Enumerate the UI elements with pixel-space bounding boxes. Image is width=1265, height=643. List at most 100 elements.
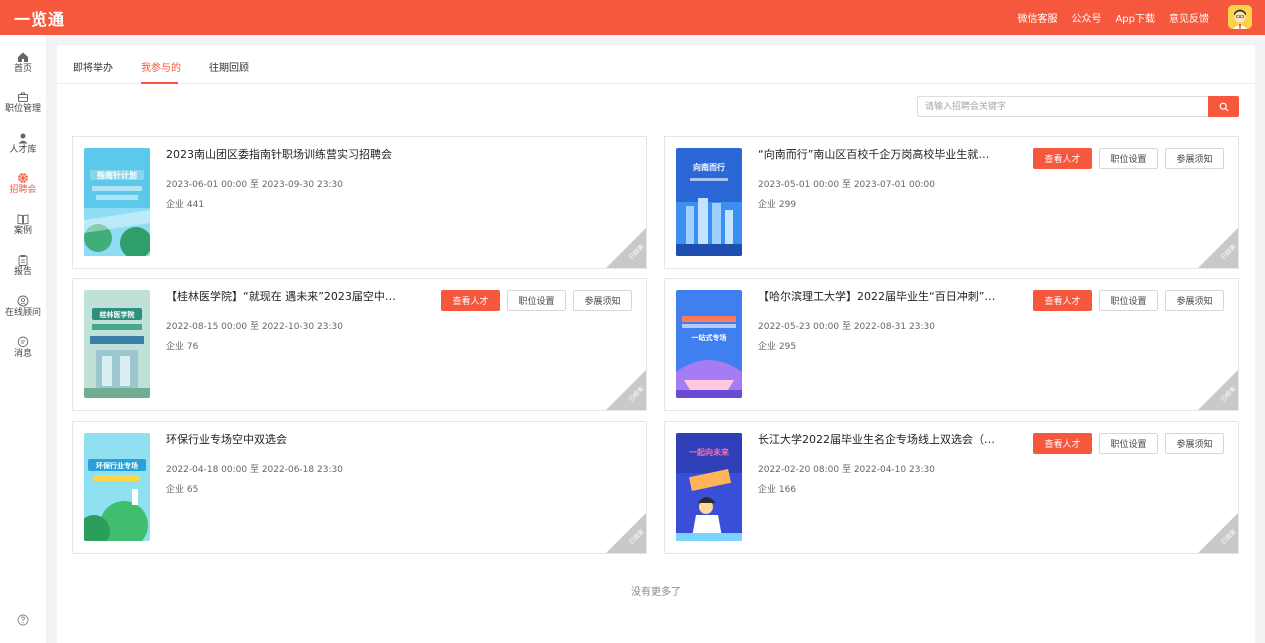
help-button[interactable] — [17, 614, 29, 629]
search-button[interactable] — [1208, 96, 1239, 117]
person-icon — [18, 133, 28, 144]
sidebar-item-reports[interactable]: 报告 — [0, 252, 46, 288]
exhibitor-notice-button[interactable]: 参展须知 — [1165, 148, 1224, 169]
card-date: 2023-06-01 00:00 至 2023-09-30 23:30 — [166, 180, 343, 190]
consultant-icon — [17, 295, 29, 307]
job-fair-card[interactable]: 环保行业专场 环保行业专场空中双选会 2022-04-18 00:00 至 20… — [72, 421, 647, 554]
ended-badge: 已结束 — [1198, 228, 1238, 268]
job-settings-button[interactable]: 职位设置 — [1099, 148, 1158, 169]
sidebar-label-reports: 报告 — [13, 267, 32, 277]
card-title[interactable]: 长江大学2022届毕业生名企专场线上双选会（… — [758, 431, 998, 447]
poster-title: 环保行业专场 — [96, 461, 138, 470]
sidebar-label-fair: 招聘会 — [9, 185, 37, 195]
sidebar-item-fair[interactable]: 招聘会 — [0, 170, 46, 206]
job-fair-icon — [18, 173, 28, 183]
poster-image: 一起向未来 — [676, 433, 742, 541]
sidebar-item-jobs[interactable]: 职位管理 — [0, 89, 46, 125]
card-date: 2023-05-01 00:00 至 2023-07-01 00:00 — [758, 180, 935, 190]
card-title[interactable]: 2023南山团区委指南针职场训练营实习招聘会 — [166, 146, 506, 162]
poster-image: 桂林医学院 — [84, 290, 150, 398]
card-date: 2022-04-18 00:00 至 2022-06-18 23:30 — [166, 465, 343, 475]
ended-badge: 已结束 — [606, 370, 646, 410]
poster-image: 一站式专场 — [676, 290, 742, 398]
app-download-link[interactable]: App下载 — [1115, 10, 1155, 25]
exhibitor-notice-button[interactable]: 参展须知 — [573, 290, 632, 311]
job-fair-card[interactable]: 向南而行 “向南而行”南山区百校千企万岗高校毕业生就业… 2023-05-01 … — [664, 136, 1239, 269]
search-icon — [1219, 102, 1228, 111]
book-icon — [17, 214, 29, 225]
tab-upcoming[interactable]: 即将举办 — [73, 59, 113, 74]
sidebar-label-cases: 案例 — [13, 226, 32, 236]
ended-badge: 已结束 — [1198, 370, 1238, 410]
sidebar-item-consult[interactable]: 在线顾问 — [0, 293, 46, 329]
sidebar-item-messages[interactable]: 消息 — [0, 334, 46, 370]
top-bar: 一览通 微信客服 公众号 App下载 意见反馈 — [0, 0, 1265, 35]
feedback-link[interactable]: 意见反馈 — [1169, 10, 1209, 25]
card-company-count: 企业 76 — [166, 342, 199, 352]
sidebar-label-jobs: 职位管理 — [4, 104, 41, 114]
sidebar-label-talent: 人才库 — [9, 145, 37, 155]
job-settings-button[interactable]: 职位设置 — [507, 290, 566, 311]
poster-title: 向南而行 — [693, 162, 725, 172]
view-talent-button[interactable]: 查看人才 — [1033, 148, 1092, 169]
card-date: 2022-02-20 08:00 至 2022-04-10 23:30 — [758, 465, 935, 475]
search-input[interactable] — [918, 97, 1209, 116]
card-title[interactable]: “向南而行”南山区百校千企万岗高校毕业生就业… — [758, 146, 998, 162]
avatar[interactable] — [1228, 5, 1252, 29]
view-talent-button[interactable]: 查看人才 — [1033, 433, 1092, 454]
poster-image: 指南针计划 — [84, 148, 150, 256]
sidebar-label-home: 首页 — [13, 64, 32, 74]
sidebar-item-cases[interactable]: 案例 — [0, 211, 46, 247]
sidebar-item-talent[interactable]: 人才库 — [0, 130, 46, 166]
card-company-count: 企业 441 — [166, 200, 205, 210]
ended-badge: 已结束 — [606, 513, 646, 553]
main-panel: 即将举办 我参与的 往期回顾 指南针计划 2023南山团区委指南针职场训练营实习 — [57, 45, 1255, 643]
card-company-count: 企业 295 — [758, 342, 797, 352]
tab-past[interactable]: 往期回顾 — [209, 59, 249, 74]
poster-title: 一起向未来 — [689, 447, 730, 457]
search-box — [917, 96, 1239, 117]
poster-image: 环保行业专场 — [84, 433, 150, 541]
card-date: 2022-05-23 00:00 至 2022-08-31 23:30 — [758, 322, 935, 332]
job-fair-card[interactable]: 桂林医学院 【桂林医学院】“就现在 遇未来”2023届空中双… 2022-08-… — [72, 278, 647, 411]
app-logo[interactable]: 一览通 — [0, 6, 65, 30]
view-talent-button[interactable]: 查看人才 — [441, 290, 500, 311]
job-settings-button[interactable]: 职位设置 — [1099, 433, 1158, 454]
card-title[interactable]: 【桂林医学院】“就现在 遇未来”2023届空中双… — [166, 288, 406, 304]
official-account-link[interactable]: 公众号 — [1071, 10, 1101, 25]
sidebar-label-messages: 消息 — [13, 349, 32, 359]
job-fair-card[interactable]: 指南针计划 2023南山团区委指南针职场训练营实习招聘会 2023-06-01 … — [72, 136, 647, 269]
card-company-count: 企业 299 — [758, 200, 797, 210]
briefcase-icon — [18, 92, 28, 102]
poster-image: 向南而行 — [676, 148, 742, 256]
sidebar-item-home[interactable]: 首页 — [0, 49, 46, 85]
sidebar: 首页 职位管理 人才库 招聘会 案例 报告 在线顾问 消息 — [0, 35, 46, 643]
clipboard-icon — [18, 255, 28, 266]
tab-bar: 即将举办 我参与的 往期回顾 — [57, 45, 1255, 84]
active-tab-underline — [141, 82, 178, 84]
poster-title: 一站式专场 — [692, 333, 727, 342]
card-company-count: 企业 65 — [166, 485, 199, 495]
card-company-count: 企业 166 — [758, 485, 797, 495]
view-talent-button[interactable]: 查看人才 — [1033, 290, 1092, 311]
home-icon — [18, 52, 28, 62]
sidebar-label-consult: 在线顾问 — [4, 308, 41, 318]
top-links: 微信客服 公众号 App下载 意见反馈 — [1017, 0, 1209, 35]
job-settings-button[interactable]: 职位设置 — [1099, 290, 1158, 311]
exhibitor-notice-button[interactable]: 参展须知 — [1165, 290, 1224, 311]
no-more-text: 没有更多了 — [631, 587, 681, 598]
card-title[interactable]: 【哈尔滨理工大学】2022届毕业生“百日冲刺”… — [758, 288, 998, 304]
message-icon — [17, 336, 29, 348]
help-icon — [17, 614, 29, 626]
wechat-service-link[interactable]: 微信客服 — [1017, 10, 1057, 25]
poster-title: 桂林医学院 — [99, 310, 135, 319]
card-title[interactable]: 环保行业专场空中双选会 — [166, 431, 506, 447]
card-date: 2022-08-15 00:00 至 2022-10-30 23:30 — [166, 322, 343, 332]
tab-joined[interactable]: 我参与的 — [141, 59, 181, 74]
job-fair-card[interactable]: 一站式专场 【哈尔滨理工大学】2022届毕业生“百日冲刺”… 2022-05-2… — [664, 278, 1239, 411]
avatar-icon — [1228, 5, 1252, 29]
ended-badge: 已结束 — [1198, 513, 1238, 553]
job-fair-card[interactable]: 一起向未来 长江大学2022届毕业生名企专场线上双选会（… 2022-02-20… — [664, 421, 1239, 554]
exhibitor-notice-button[interactable]: 参展须知 — [1165, 433, 1224, 454]
ended-badge: 已结束 — [606, 228, 646, 268]
